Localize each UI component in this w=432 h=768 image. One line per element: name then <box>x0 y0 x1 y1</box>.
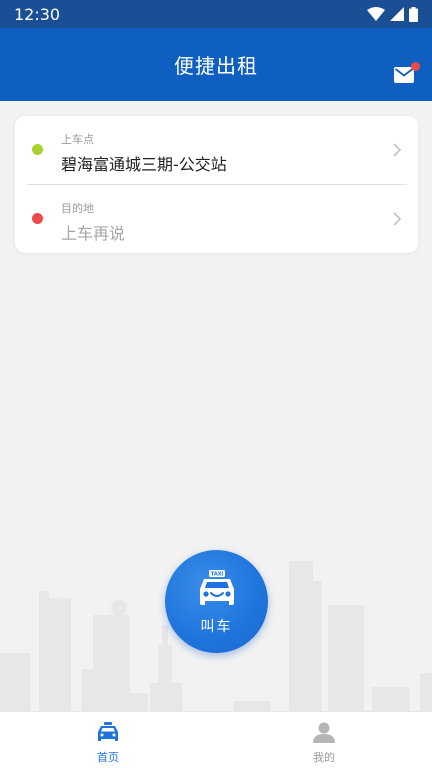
status-bar: 12:30 <box>0 0 432 28</box>
pickup-label: 上车点 <box>61 133 94 146</box>
tab-mine[interactable]: 我的 <box>216 712 432 768</box>
location-card: 上车点 碧海富通城三期-公交站 目的地 上车再说 <box>15 116 418 253</box>
taxi-icon: TAXI <box>200 570 234 605</box>
page-title: 便捷出租 <box>174 54 258 78</box>
status-icons <box>367 6 418 22</box>
tab-home-label: 首页 <box>97 751 119 764</box>
svg-text:TAXI: TAXI <box>211 572 224 578</box>
battery-icon <box>409 6 418 22</box>
pickup-dot-icon <box>32 144 43 155</box>
tab-mine-label: 我的 <box>313 751 335 764</box>
taxi-tab-icon <box>98 722 118 741</box>
person-icon <box>313 722 335 743</box>
call-taxi-label: 叫车 <box>200 619 233 635</box>
destination-row[interactable]: 目的地 上车再说 <box>15 185 418 253</box>
tab-home[interactable]: 首页 <box>0 712 216 768</box>
call-taxi-button[interactable]: TAXI 叫车 <box>165 550 268 653</box>
status-time: 12:30 <box>14 4 61 24</box>
unread-badge <box>411 62 420 71</box>
pickup-value: 碧海富通城三期-公交站 <box>61 155 227 174</box>
signal-icon <box>390 7 404 21</box>
mail-button[interactable] <box>394 62 420 84</box>
pickup-row[interactable]: 上车点 碧海富通城三期-公交站 <box>15 116 418 184</box>
wifi-icon <box>367 7 385 21</box>
app-header: 便捷出租 <box>0 28 432 101</box>
destination-placeholder: 上车再说 <box>61 224 126 243</box>
chevron-right-icon <box>393 143 402 157</box>
destination-dot-icon <box>32 213 43 224</box>
bottom-tab-bar: 首页 我的 <box>0 711 432 768</box>
chevron-right-icon <box>393 212 402 226</box>
destination-label: 目的地 <box>61 202 94 215</box>
mail-icon <box>394 67 414 83</box>
